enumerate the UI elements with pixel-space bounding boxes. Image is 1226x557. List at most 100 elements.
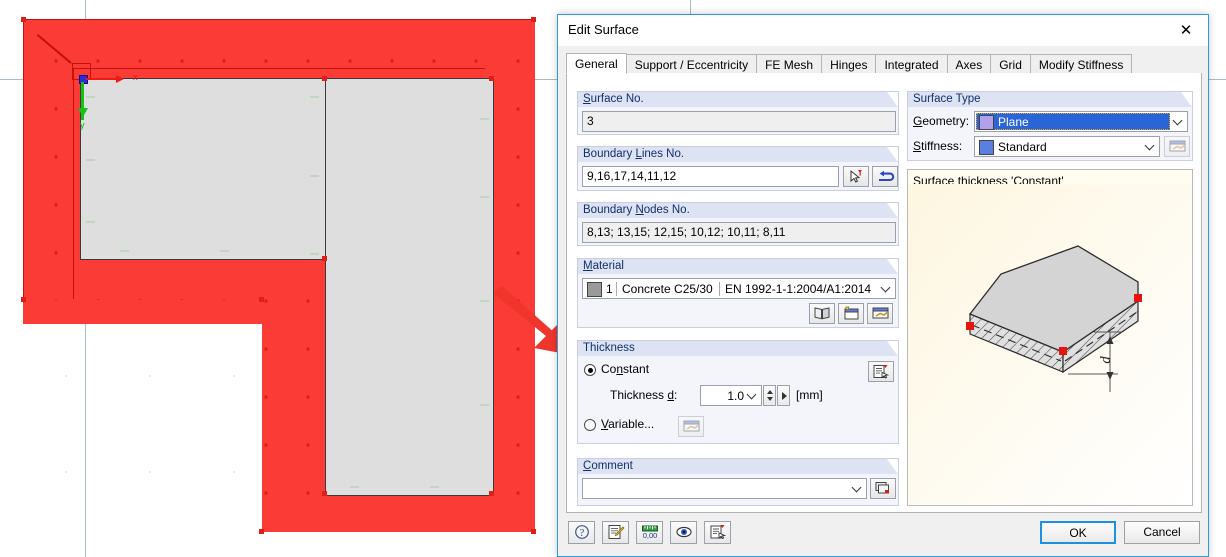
boundary-lines-group: Boundary Lines No. 9,16,17,14,11,12 [577,146,899,191]
axis-x-label: x [133,72,138,82]
mesh-mark [86,159,95,161]
tab-support-eccentricity[interactable]: Support / Eccentricity [625,54,758,74]
spinner-down-arrow-icon[interactable] [767,397,773,401]
geometry-color-swatch [979,115,994,130]
geometry-combo[interactable]: Plane [974,111,1188,132]
dialog-title: Edit Surface [568,22,639,37]
corner-node[interactable] [259,297,264,302]
stiffness-label: Stiffness: [913,139,963,153]
thickness-group-label: Thickness [578,341,898,356]
thickness-info-button[interactable] [868,361,894,382]
tab-general[interactable]: General [566,53,627,74]
corner-node[interactable] [322,76,327,81]
mesh-mark [310,96,319,98]
tab-grid[interactable]: Grid [990,54,1031,74]
dialog-footer: ? 0,00 OK Cancel [558,513,1208,556]
surface-type-group: Surface Type Geometry: Plane Stiffness: … [907,91,1193,161]
surface-panel-right[interactable] [325,78,494,496]
spinner-up-arrow-icon[interactable] [767,390,773,394]
thickness-constant-radio[interactable] [584,364,596,376]
surface-no-group: Surface No. 3 [577,91,899,135]
material-name: Concrete C25/30 [622,282,713,296]
surface-panel-left[interactable] [80,78,327,260]
material-number: 1 [606,282,613,296]
material-combo[interactable]: 1 Concrete C25/30 EN 1992-1-1:2004/A1:20… [582,278,896,299]
right-arrow-icon [782,392,787,400]
thickness-group: Thickness Constant Thickness d: 1.0 [mm]… [577,340,899,444]
comment-list-button[interactable] [870,478,896,499]
geometry-label: Geometry: [913,114,970,128]
thickness-preview-panel: Surface thickness 'Constant' d [907,169,1193,506]
mesh-mark [350,486,359,488]
units-button[interactable]: 0,00 [636,521,663,544]
corner-node[interactable] [259,529,264,534]
cancel-button[interactable]: Cancel [1124,521,1200,544]
comment-group-label: Comment [578,459,898,474]
tab-hinges[interactable]: Hinges [821,54,877,74]
stiffness-combo[interactable]: Standard [974,136,1160,157]
notes-button[interactable] [602,521,629,544]
axis-y-label: y [80,120,85,130]
edit-material-button[interactable] [867,303,893,324]
surface-no-value[interactable]: 3 [582,111,896,132]
preview-dimension-label: d [1098,356,1114,364]
tab-integrated[interactable]: Integrated [875,54,948,74]
help-button[interactable]: ? [568,521,595,544]
mesh-mark [86,221,95,223]
thickness-more-button[interactable] [777,385,790,406]
mesh-mark [480,118,489,120]
stiffness-color-swatch [979,140,994,155]
corner-node[interactable] [489,491,494,496]
boundary-nodes-value[interactable]: 8,13; 13,15; 12,15; 10,12; 10,11; 8,11 [582,222,896,243]
material-group-label: Material [578,259,898,274]
boundary-lines-input[interactable]: 9,16,17,14,11,12 [582,166,839,187]
mesh-mark [480,196,489,198]
surface-no-group-label: Surface No. [578,92,898,107]
corner-node[interactable] [322,256,327,261]
material-library-button[interactable] [809,303,835,324]
mesh-mark [86,96,95,98]
new-material-button[interactable] [838,303,864,324]
pick-lines-button[interactable] [843,166,869,187]
material-color-swatch [587,282,602,297]
chevron-down-icon[interactable] [1174,116,1183,125]
tab-strip[interactable]: General Support / Eccentricity FE Mesh H… [566,53,1202,75]
corner-node[interactable] [322,491,327,496]
reverse-orientation-button[interactable] [872,166,898,187]
thickness-spinner[interactable] [763,385,776,406]
comment-group: Comment [577,458,899,506]
general-tab-pane: Surface No. 3 Boundary Lines No. 9,16,17… [566,73,1202,513]
slab-3d-illustration: d [908,184,1192,504]
corner-node[interactable] [531,17,536,22]
corner-node[interactable] [21,17,26,22]
thickness-variable-radio[interactable] [584,419,596,431]
edit-stiffness-button [1164,136,1190,157]
boundary-nodes-group: Boundary Nodes No. 8,13; 13,15; 12,15; 1… [577,202,899,246]
corner-node[interactable] [489,76,494,81]
edit-surface-dialog[interactable]: Edit Surface ✕ General Support / Eccentr… [557,14,1209,557]
chevron-down-icon[interactable] [882,283,891,292]
visibility-button[interactable] [670,521,697,544]
comment-combo[interactable] [582,478,867,499]
boundary-lines-group-label: Boundary Lines No. [578,147,898,162]
dialog-titlebar[interactable]: Edit Surface ✕ [558,15,1208,46]
thickness-unit: [mm] [796,388,823,402]
tab-fe-mesh[interactable]: FE Mesh [756,54,823,74]
corner-node[interactable] [531,529,536,534]
boundary-nodes-group-label: Boundary Nodes No. [578,203,898,218]
mesh-mark [120,250,129,252]
thickness-value-combo[interactable]: 1.0 [700,385,762,406]
chevron-down-icon[interactable] [1146,141,1155,150]
chevron-down-icon[interactable] [748,390,757,399]
close-icon[interactable]: ✕ [1164,15,1208,45]
ok-button[interactable]: OK [1040,521,1116,544]
thickness-variable-label: Variable... [601,417,655,431]
info-button[interactable] [704,521,731,544]
corner-node[interactable] [21,297,26,302]
tab-modify-stiffness[interactable]: Modify Stiffness [1029,54,1133,74]
material-standard: EN 1992-1-1:2004/A1:2014 [725,282,872,296]
tab-axes[interactable]: Axes [946,54,992,74]
chevron-down-icon[interactable] [853,483,862,492]
thickness-constant-label: Constant [601,362,650,376]
axis-y-arrow-icon [78,108,88,117]
